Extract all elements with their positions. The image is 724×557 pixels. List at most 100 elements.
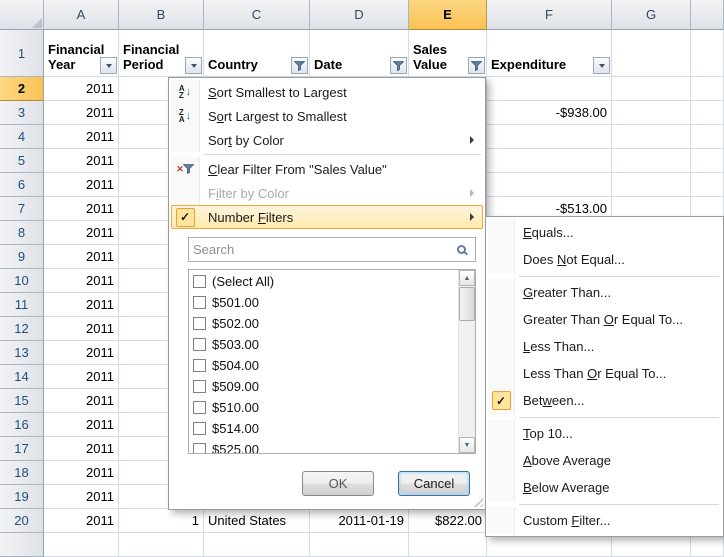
cell-overflow-2[interactable]: [691, 77, 724, 101]
cell-A-16[interactable]: 2011: [44, 413, 119, 437]
header-cell-A[interactable]: FinancialYear: [44, 30, 119, 77]
header-cell-E[interactable]: SalesValue: [409, 30, 487, 77]
cell-A-20[interactable]: 2011: [44, 509, 119, 533]
cell-D-20[interactable]: 2011-01-19: [310, 509, 409, 533]
row-header-18[interactable]: 18: [0, 461, 44, 485]
cell-A-9[interactable]: 2011: [44, 245, 119, 269]
scrollbar-up-button[interactable]: ▲: [459, 270, 475, 286]
filter-button-F[interactable]: [593, 57, 610, 74]
row-header-10[interactable]: 10: [0, 269, 44, 293]
menu-item-sort-largest-to-smallest[interactable]: ZA↓Sort Largest to Smallest: [171, 104, 483, 128]
filter-button-C[interactable]: [291, 57, 308, 74]
menu-item-top-10[interactable]: Top 10...: [488, 420, 721, 447]
cell-A-7[interactable]: 2011: [44, 197, 119, 221]
menu-item-number-filters[interactable]: ✓Number Filters: [171, 205, 483, 229]
filter-button-D[interactable]: [390, 57, 407, 74]
checkbox-icon[interactable]: [193, 380, 206, 393]
column-header-G[interactable]: G: [612, 0, 691, 30]
header-cell-overflow[interactable]: [691, 30, 724, 77]
cell-overflow-6[interactable]: [691, 173, 724, 197]
filter-button-B[interactable]: [185, 57, 202, 74]
checkbox-icon[interactable]: [193, 443, 206, 453]
cell-overflow-3[interactable]: [691, 101, 724, 125]
filter-value-item-501-00[interactable]: $501.00: [189, 292, 458, 313]
filter-button-E[interactable]: [468, 57, 485, 74]
row-header-7[interactable]: 7: [0, 197, 44, 221]
filter-value-item-502-00[interactable]: $502.00: [189, 313, 458, 334]
menu-item-greater-than[interactable]: Greater Than...: [488, 279, 721, 306]
cell-A-15[interactable]: 2011: [44, 389, 119, 413]
cell-A-5[interactable]: 2011: [44, 149, 119, 173]
cell-partial[interactable]: [409, 533, 487, 557]
menu-item-equals[interactable]: Equals...: [488, 219, 721, 246]
checkbox-icon[interactable]: [193, 296, 206, 309]
cell-G-2[interactable]: [612, 77, 691, 101]
row-header-9[interactable]: 9: [0, 245, 44, 269]
column-header-C[interactable]: C: [204, 0, 310, 30]
cell-A-13[interactable]: 2011: [44, 341, 119, 365]
row-header-12[interactable]: 12: [0, 317, 44, 341]
filter-value-item-select-all[interactable]: (Select All): [189, 271, 458, 292]
menu-item-custom-filter[interactable]: Custom Filter...: [488, 507, 721, 534]
cell-partial[interactable]: [310, 533, 409, 557]
cell-A-10[interactable]: 2011: [44, 269, 119, 293]
scrollbar[interactable]: ▲ ▼: [458, 270, 475, 453]
row-header-13[interactable]: 13: [0, 341, 44, 365]
row-header-6[interactable]: 6: [0, 173, 44, 197]
row-header-19[interactable]: 19: [0, 485, 44, 509]
cell-A-17[interactable]: 2011: [44, 437, 119, 461]
column-header-B[interactable]: B: [119, 0, 204, 30]
row-header-15[interactable]: 15: [0, 389, 44, 413]
cell-A-2[interactable]: 2011: [44, 77, 119, 101]
row-header-2[interactable]: 2: [0, 77, 44, 101]
cell-F-4[interactable]: [487, 125, 612, 149]
cell-partial[interactable]: [44, 533, 119, 557]
filter-value-item-510-00[interactable]: $510.00: [189, 397, 458, 418]
cell-partial[interactable]: [119, 533, 204, 557]
cell-A-8[interactable]: 2011: [44, 221, 119, 245]
menu-item-sort-by-color[interactable]: Sort by Color: [171, 128, 483, 152]
column-header-A[interactable]: A: [44, 0, 119, 30]
cell-G-3[interactable]: [612, 101, 691, 125]
cell-G-5[interactable]: [612, 149, 691, 173]
menu-item-sort-smallest-to-largest[interactable]: AZ↓Sort Smallest to Largest: [171, 80, 483, 104]
checkbox-icon[interactable]: [193, 275, 206, 288]
checkbox-icon[interactable]: [193, 401, 206, 414]
select-all-corner[interactable]: [0, 0, 44, 30]
menu-item-filter-by-color[interactable]: Filter by Color: [171, 181, 483, 205]
cell-A-11[interactable]: 2011: [44, 293, 119, 317]
menu-item-below-average[interactable]: Below Average: [488, 474, 721, 501]
header-cell-B[interactable]: FinancialPeriod: [119, 30, 204, 77]
row-header-11[interactable]: 11: [0, 293, 44, 317]
filter-value-item-514-00[interactable]: $514.00: [189, 418, 458, 439]
cell-partial[interactable]: [204, 533, 310, 557]
cell-E-20[interactable]: $822.00: [409, 509, 487, 533]
row-header-14[interactable]: 14: [0, 365, 44, 389]
cell-C-20[interactable]: United States: [204, 509, 310, 533]
ok-button[interactable]: OK: [302, 471, 374, 496]
scrollbar-down-button[interactable]: ▼: [459, 437, 475, 453]
search-icon[interactable]: [457, 245, 466, 254]
row-header-20[interactable]: 20: [0, 509, 44, 533]
cell-G-6[interactable]: [612, 173, 691, 197]
row-header-16[interactable]: 16: [0, 413, 44, 437]
header-cell-G[interactable]: [612, 30, 691, 77]
cell-A-4[interactable]: 2011: [44, 125, 119, 149]
cell-A-6[interactable]: 2011: [44, 173, 119, 197]
filter-button-A[interactable]: [100, 57, 117, 74]
cell-G-4[interactable]: [612, 125, 691, 149]
filter-value-item-503-00[interactable]: $503.00: [189, 334, 458, 355]
menu-item-does-not-equal[interactable]: Does Not Equal...: [488, 246, 721, 273]
cell-A-3[interactable]: 2011: [44, 101, 119, 125]
checkbox-icon[interactable]: [193, 338, 206, 351]
menu-item-clear-filter-from-sales-value[interactable]: ✕Clear Filter From "Sales Value": [171, 157, 483, 181]
row-header-17[interactable]: 17: [0, 437, 44, 461]
filter-value-item-525-00[interactable]: $525.00: [189, 439, 458, 453]
menu-item-less-than[interactable]: Less Than...: [488, 333, 721, 360]
row-header-4[interactable]: 4: [0, 125, 44, 149]
cell-F-3[interactable]: -$938.00: [487, 101, 612, 125]
row-header-3[interactable]: 3: [0, 101, 44, 125]
cell-overflow-5[interactable]: [691, 149, 724, 173]
row-header-5[interactable]: 5: [0, 149, 44, 173]
menu-item-between[interactable]: ✓Between...: [488, 387, 721, 414]
